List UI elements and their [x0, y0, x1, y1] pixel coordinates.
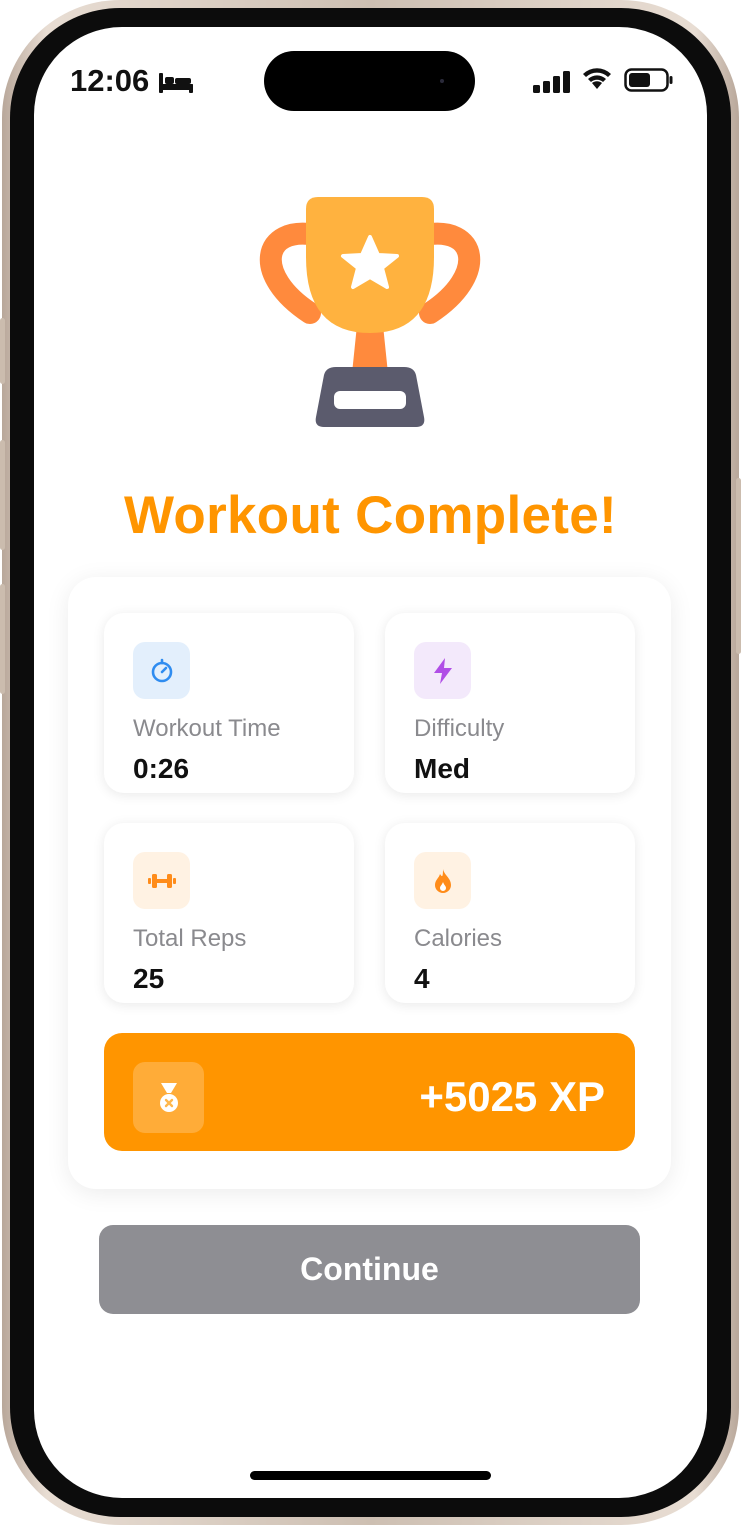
app-screen: 12:06 Workout Complete! Workout Time 0:2…	[34, 27, 707, 1498]
home-indicator[interactable]	[250, 1471, 491, 1480]
bed-icon	[159, 73, 193, 93]
stat-label: Difficulty	[414, 715, 505, 742]
flame-icon	[414, 852, 471, 909]
xp-value: +5025 XP	[419, 1073, 605, 1120]
battery-icon	[624, 68, 673, 92]
page-title: Workout Complete!	[124, 486, 617, 545]
stat-tile-difficulty: Difficulty Med	[385, 613, 635, 793]
volume-up-button	[0, 440, 5, 550]
cellular-signal-icon	[533, 71, 570, 93]
camera-dot	[440, 79, 444, 83]
xp-reward-bar: +5025 XP	[104, 1033, 635, 1151]
stat-label: Workout Time	[133, 715, 281, 742]
wifi-icon	[583, 68, 611, 89]
stat-tile-workout-time: Workout Time 0:26	[104, 613, 354, 793]
stat-label: Calories	[414, 925, 503, 952]
stats-card: Workout Time 0:26 Difficulty Med Total R…	[68, 577, 671, 1189]
stat-tile-calories: Calories 4	[385, 823, 635, 1003]
stat-value: Med	[414, 753, 470, 784]
stat-label: Total Reps	[133, 925, 247, 952]
action-button	[0, 318, 5, 384]
stopwatch-icon	[133, 642, 190, 699]
stat-tile-total-reps: Total Reps 25	[104, 823, 354, 1003]
continue-button[interactable]: Continue	[99, 1225, 640, 1314]
stat-value: 0:26	[133, 753, 190, 784]
dumbbell-icon	[133, 852, 190, 909]
medal-icon	[133, 1062, 204, 1133]
dynamic-island	[264, 51, 475, 111]
volume-down-button	[0, 584, 5, 694]
trophy-icon	[260, 197, 480, 427]
stat-value: 4	[414, 963, 430, 994]
power-button	[736, 478, 741, 654]
status-time: 12:06	[70, 63, 150, 98]
lightning-icon	[414, 642, 471, 699]
stat-value: 25	[133, 963, 165, 994]
